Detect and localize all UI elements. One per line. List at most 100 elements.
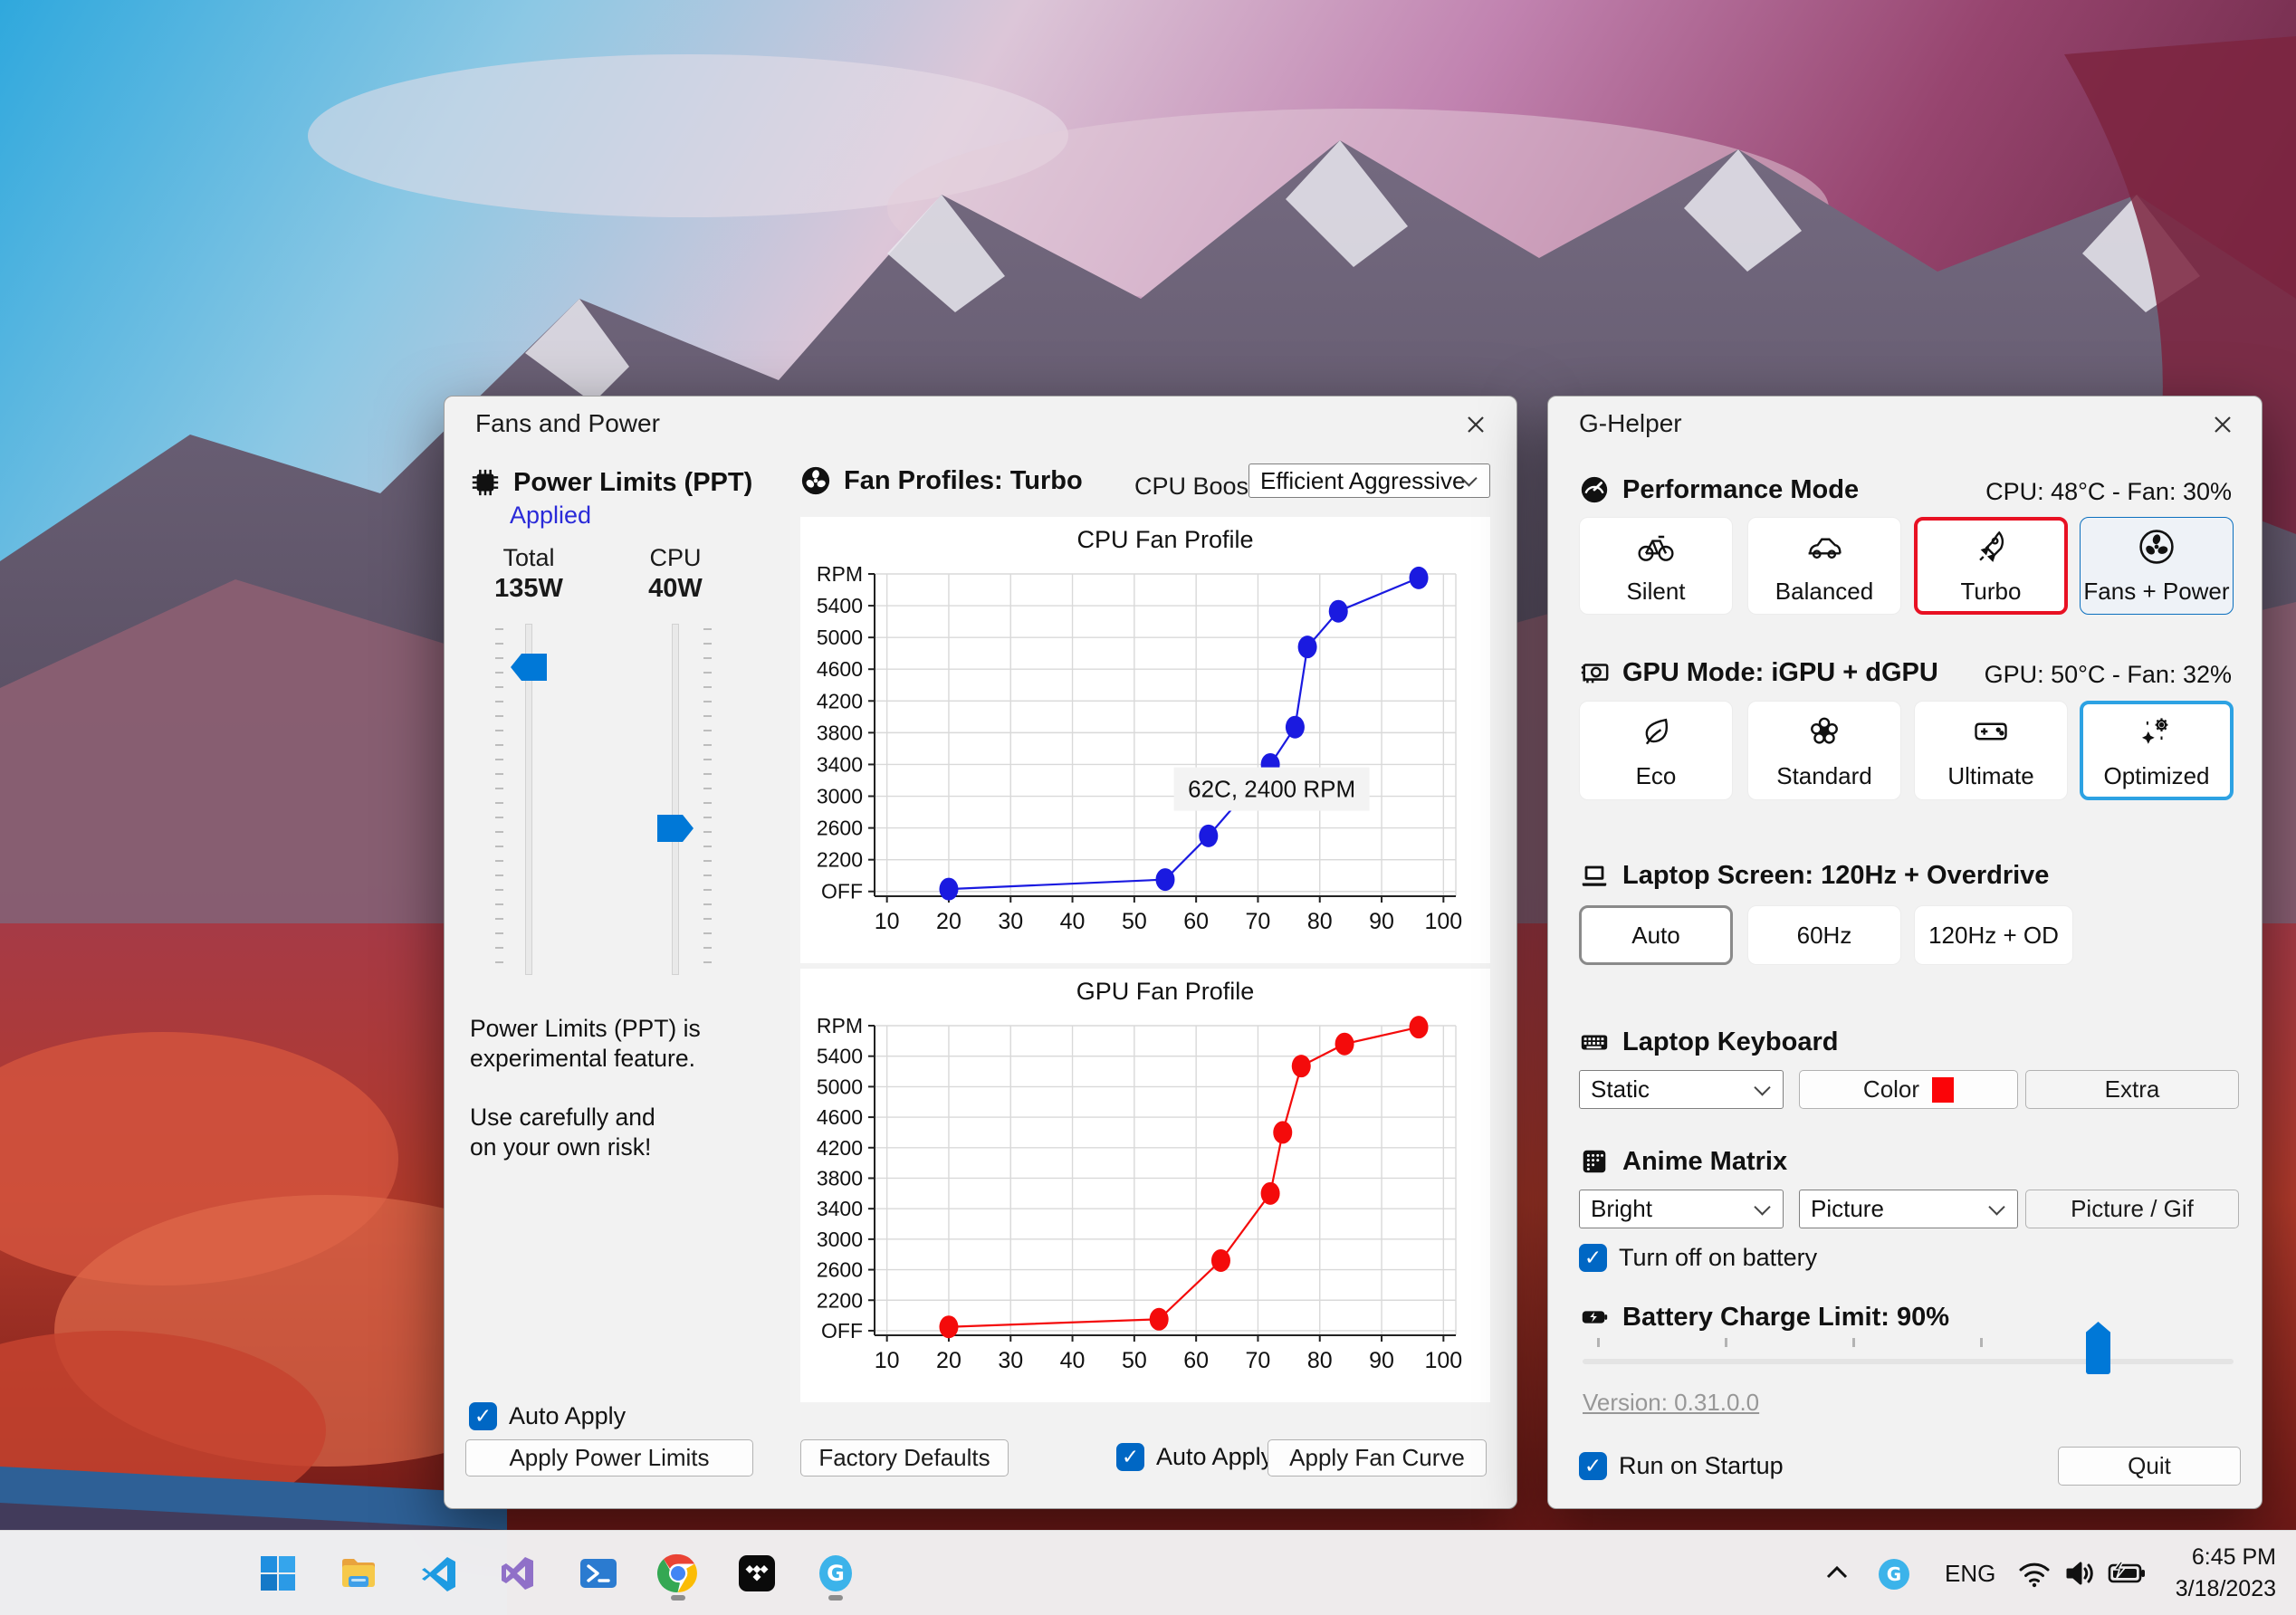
checkbox-checked-icon[interactable] bbox=[1116, 1443, 1144, 1471]
matrix-grid-icon bbox=[1583, 1150, 1606, 1173]
tray-time: 6:45 PM bbox=[2191, 1544, 2276, 1570]
fans-power-button[interactable]: Fans + Power bbox=[2080, 517, 2234, 615]
screen-120hz-od-button[interactable]: 120Hz + OD bbox=[1914, 905, 2073, 965]
close-icon[interactable] bbox=[1462, 411, 1489, 438]
file-explorer-icon bbox=[342, 1559, 375, 1587]
power-auto-apply-checkbox[interactable]: Auto Apply bbox=[469, 1402, 626, 1430]
cpu-slider-track[interactable] bbox=[672, 624, 679, 975]
tidal-button[interactable] bbox=[727, 1543, 787, 1603]
start-icon bbox=[261, 1556, 295, 1591]
svg-text:50: 50 bbox=[1122, 909, 1147, 934]
apply-power-limits-button[interactable]: Apply Power Limits bbox=[465, 1439, 753, 1476]
power-limits-status: Applied bbox=[510, 502, 592, 529]
battery-slider-handle[interactable] bbox=[2086, 1322, 2110, 1374]
cpu-slider-ticks bbox=[703, 628, 712, 972]
svg-text:G: G bbox=[1887, 1563, 1901, 1585]
matrix-brightness-dropdown[interactable]: Bright bbox=[1579, 1190, 1784, 1228]
keyboard-color-button[interactable]: Color bbox=[1799, 1070, 2018, 1109]
perf-silent-button[interactable]: Silent bbox=[1579, 517, 1733, 615]
total-slider-label: Total bbox=[502, 544, 555, 571]
svg-text:5000: 5000 bbox=[817, 626, 863, 649]
fan-auto-apply-checkbox[interactable]: Auto Apply bbox=[1116, 1443, 1273, 1471]
gpu-mode-heading: GPU Mode: iGPU + dGPU bbox=[1579, 657, 1938, 688]
cpu-slider-handle[interactable] bbox=[657, 815, 694, 842]
power-limits-heading: Power Limits (PPT) bbox=[470, 467, 752, 498]
leaf-icon bbox=[1645, 718, 1669, 744]
battery-slider-track[interactable] bbox=[1583, 1359, 2234, 1364]
keyboard-icon bbox=[1581, 1035, 1608, 1050]
gamepad-icon bbox=[1975, 722, 2007, 740]
file-explorer-button[interactable] bbox=[329, 1543, 388, 1603]
battery-limit-heading: Battery Charge Limit: 90% bbox=[1579, 1302, 1949, 1333]
perf-balanced-button[interactable]: Balanced bbox=[1747, 517, 1901, 615]
wifi-icon[interactable] bbox=[2015, 1554, 2053, 1592]
matrix-mode-dropdown[interactable]: Picture bbox=[1799, 1190, 2018, 1228]
svg-text:70: 70 bbox=[1246, 909, 1271, 934]
ghelper-titlebar[interactable]: G-Helper bbox=[1548, 397, 2262, 449]
quit-button[interactable]: Quit bbox=[2058, 1447, 2241, 1486]
close-icon[interactable] bbox=[2209, 411, 2236, 438]
gpu-fan-chart[interactable]: 10 20 30 40 50 60 70 80 90 100 OFF 2200 2600 3000 3400… bbox=[800, 969, 1490, 1402]
svg-text:62C, 2400 RPM: 62C, 2400 RPM bbox=[1188, 776, 1355, 803]
chrome-icon bbox=[657, 1553, 697, 1592]
laptop-icon bbox=[1582, 865, 1607, 886]
fans-window-titlebar[interactable]: Fans and Power bbox=[445, 397, 1516, 449]
chrome-button[interactable] bbox=[648, 1543, 708, 1603]
svg-text:100: 100 bbox=[1424, 1348, 1462, 1373]
checkbox-checked-icon[interactable] bbox=[469, 1402, 497, 1430]
svg-text:3000: 3000 bbox=[817, 785, 863, 808]
matrix-battery-checkbox[interactable]: Turn off on battery bbox=[1579, 1244, 1817, 1272]
clock[interactable]: 6:45 PM 3/18/2023 bbox=[2176, 1542, 2276, 1604]
vscode-button[interactable] bbox=[409, 1543, 469, 1603]
start-button[interactable] bbox=[248, 1543, 308, 1603]
version-link[interactable]: Version: 0.31.0.0 bbox=[1583, 1389, 1759, 1417]
powershell-button[interactable] bbox=[569, 1543, 628, 1603]
tray-date: 3/18/2023 bbox=[2175, 1575, 2276, 1601]
screen-auto-button[interactable]: Auto bbox=[1579, 905, 1733, 965]
matrix-picture-gif-button[interactable]: Picture / Gif bbox=[2025, 1190, 2239, 1228]
gpu-fan-chart-card: 10 20 30 40 50 60 70 80 90 100 OFF 2200 2600 3000 3400… bbox=[800, 969, 1490, 1402]
screen-60hz-button[interactable]: 60Hz bbox=[1747, 905, 1901, 965]
sparkle-gear-icon bbox=[2141, 717, 2168, 744]
ghelper-tray-icon[interactable]: G bbox=[1876, 1556, 1912, 1592]
svg-text:4200: 4200 bbox=[817, 689, 863, 712]
perf-turbo-button[interactable]: Turbo bbox=[1914, 517, 2068, 615]
svg-text:3800: 3800 bbox=[817, 1166, 863, 1190]
checkbox-checked-icon[interactable] bbox=[1579, 1244, 1607, 1272]
gpu-standard-button[interactable]: Standard bbox=[1747, 701, 1901, 800]
svg-text:RPM: RPM bbox=[817, 1014, 863, 1037]
svg-text:GPU Fan Profile: GPU Fan Profile bbox=[1076, 978, 1255, 1005]
svg-text:30: 30 bbox=[998, 909, 1023, 934]
visual-studio-icon bbox=[502, 1557, 533, 1590]
tidal-icon bbox=[739, 1555, 775, 1591]
chip-icon bbox=[472, 469, 499, 496]
laptop-keyboard-heading: Laptop Keyboard bbox=[1579, 1027, 1838, 1057]
gpu-ultimate-button[interactable]: Ultimate bbox=[1914, 701, 2068, 800]
running-indicator bbox=[671, 1595, 685, 1601]
volume-icon[interactable] bbox=[2061, 1554, 2099, 1592]
chevron-up-icon[interactable] bbox=[1822, 1560, 1852, 1587]
keyboard-extra-button[interactable]: Extra bbox=[2025, 1070, 2239, 1109]
run-on-startup-checkbox[interactable]: Run on Startup bbox=[1579, 1452, 1784, 1480]
svg-text:80: 80 bbox=[1307, 909, 1333, 934]
battery-icon[interactable] bbox=[2106, 1556, 2148, 1591]
keyboard-mode-dropdown[interactable]: Static bbox=[1579, 1070, 1784, 1109]
cpu-fan-chart[interactable]: 10 20 30 40 50 60 70 80 90 100 OFF 2200 2600 3000 3400… bbox=[800, 517, 1490, 963]
gpu-eco-button[interactable]: Eco bbox=[1579, 701, 1733, 800]
gpu-card-icon bbox=[1581, 664, 1609, 683]
color-swatch bbox=[1932, 1076, 1955, 1103]
ghelper-taskbar-button[interactable]: G bbox=[806, 1543, 866, 1603]
checkbox-checked-icon[interactable] bbox=[1579, 1452, 1607, 1480]
svg-text:100: 100 bbox=[1424, 909, 1462, 934]
language-indicator[interactable]: ENG bbox=[1945, 1560, 1995, 1588]
visual-studio-button[interactable] bbox=[488, 1543, 548, 1603]
factory-defaults-button[interactable]: Factory Defaults bbox=[800, 1439, 1009, 1476]
cpu-boost-dropdown[interactable]: Efficient Aggressive bbox=[1248, 463, 1490, 498]
apply-fan-curve-button[interactable]: Apply Fan Curve bbox=[1268, 1439, 1487, 1476]
svg-text:G: G bbox=[827, 1561, 845, 1586]
svg-text:3400: 3400 bbox=[817, 1197, 863, 1220]
svg-text:70: 70 bbox=[1246, 1348, 1271, 1373]
cpu-temp-fan-status: CPU: 48°C - Fan: 30% bbox=[1985, 478, 2232, 505]
total-slider-handle[interactable] bbox=[511, 654, 547, 681]
gpu-optimized-button[interactable]: Optimized bbox=[2080, 701, 2234, 800]
